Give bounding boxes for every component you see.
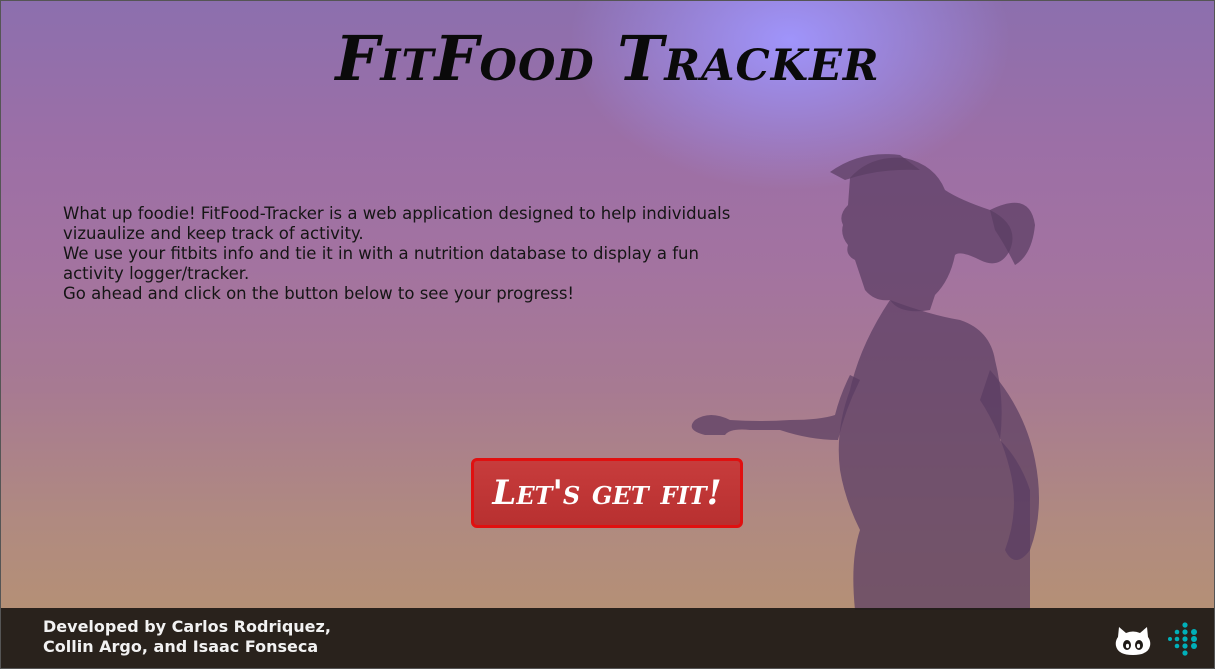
- runner-silhouette-image: [691, 154, 1039, 610]
- credits-line-1: Developed by Carlos Rodriquez,: [43, 617, 331, 636]
- developer-credits: Developed by Carlos Rodriquez, Collin Ar…: [43, 617, 331, 657]
- intro-line-1: What up foodie! FitFood-Tracker is a web…: [63, 204, 731, 243]
- credits-line-2: Collin Argo, and Isaac Fonseca: [43, 637, 319, 656]
- footer: Developed by Carlos Rodriquez, Collin Ar…: [0, 608, 1215, 669]
- fitbit-icon[interactable]: [1164, 620, 1202, 658]
- intro-text: What up foodie! FitFood-Tracker is a web…: [63, 204, 743, 304]
- intro-line-3: Go ahead and click on the button below t…: [63, 284, 575, 303]
- lets-get-fit-button[interactable]: Let's get fit!: [471, 458, 743, 528]
- github-icon[interactable]: [1115, 625, 1151, 657]
- intro-line-2: We use your fitbits info and tie it in w…: [63, 244, 699, 283]
- page-title: FitFood Tracker: [335, 22, 880, 95]
